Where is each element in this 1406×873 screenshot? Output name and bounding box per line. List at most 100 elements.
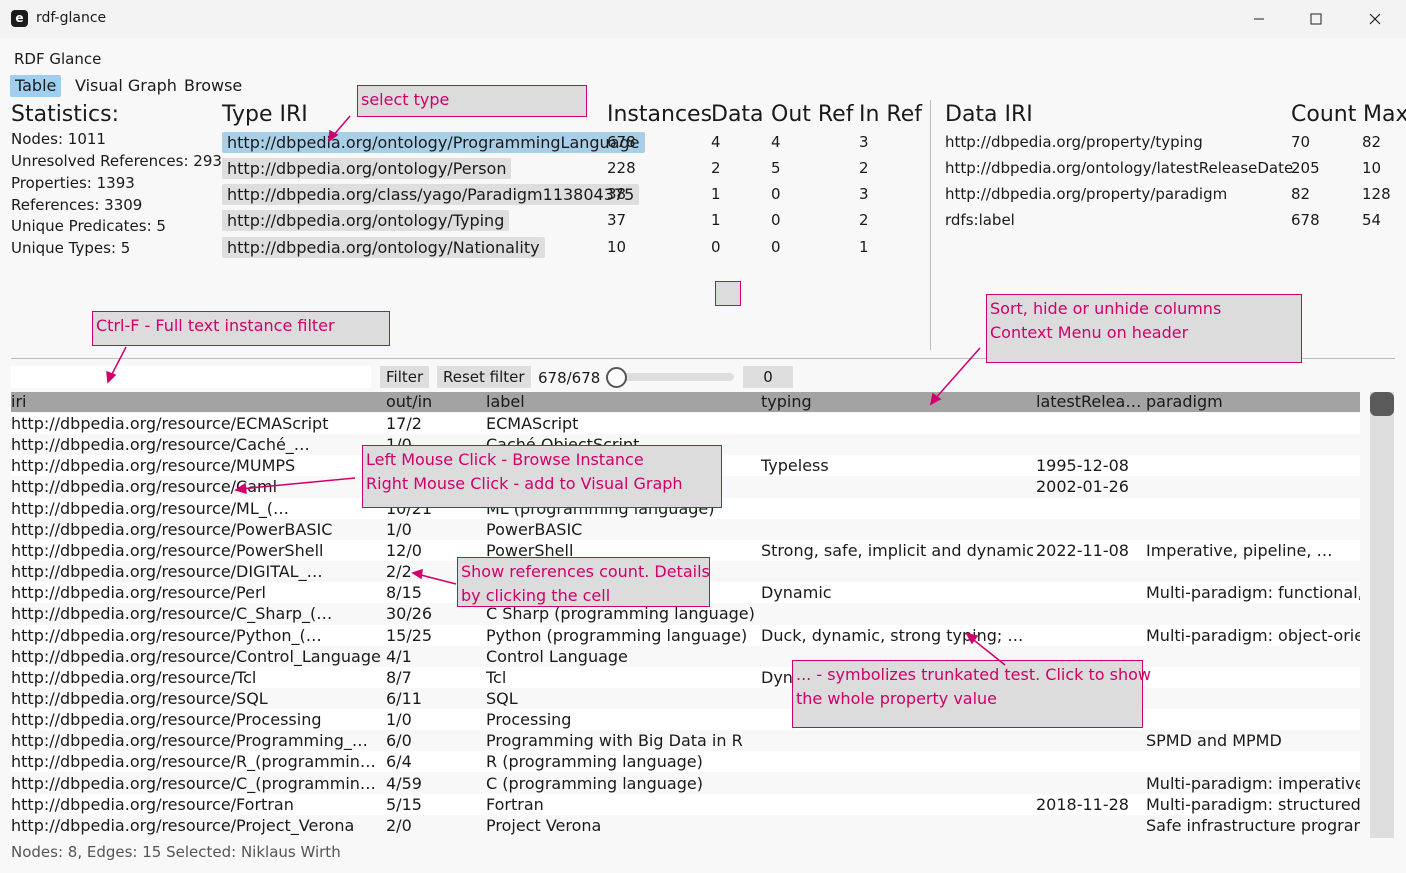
- cell-paradigm[interactable]: [1146, 498, 1360, 519]
- cell-out-in[interactable]: 4/1: [386, 646, 484, 667]
- cell-iri[interactable]: http://dbpedia.org/resource/Control_Lang…: [11, 646, 383, 667]
- cell-out-in[interactable]: 1/0: [386, 709, 484, 730]
- cell-out-in[interactable]: 15/25: [386, 625, 484, 646]
- cell-paradigm[interactable]: [1146, 561, 1360, 582]
- cell-iri[interactable]: http://dbpedia.org/resource/Caché_…: [11, 434, 383, 455]
- cell-label[interactable]: PowerBASIC: [486, 519, 758, 540]
- cell-typing[interactable]: [761, 794, 1033, 815]
- cell-latest-release[interactable]: [1036, 773, 1144, 794]
- app-menu-label[interactable]: RDF Glance: [14, 50, 101, 68]
- data-iri-header[interactable]: Data IRI: [945, 102, 1033, 127]
- cell-typing[interactable]: [761, 476, 1033, 497]
- cell-paradigm[interactable]: [1146, 434, 1360, 455]
- cell-out-in[interactable]: 6/4: [386, 751, 484, 772]
- table-row[interactable]: http://dbpedia.org/resource/Processing 1/…: [11, 709, 1360, 731]
- cell-paradigm[interactable]: Safe infrastructure programmi…: [1146, 815, 1360, 836]
- filter-input[interactable]: [11, 366, 371, 388]
- cell-latest-release[interactable]: [1036, 498, 1144, 519]
- cell-out-in[interactable]: 2/0: [386, 815, 484, 836]
- cell-paradigm[interactable]: Multi-paradigm: structured, …: [1146, 794, 1360, 815]
- cell-paradigm[interactable]: [1146, 709, 1360, 730]
- type-row-iri[interactable]: http://dbpedia.org/class/yago/Paradigm11…: [222, 184, 640, 205]
- cell-label[interactable]: Processing: [486, 709, 758, 730]
- table-row[interactable]: http://dbpedia.org/resource/PowerBASIC 1/…: [11, 519, 1360, 540]
- cell-typing[interactable]: [761, 815, 1033, 836]
- vertical-divider[interactable]: [930, 100, 931, 350]
- cell-iri[interactable]: http://dbpedia.org/resource/ECMAScript: [11, 413, 383, 434]
- cell-latest-release[interactable]: [1036, 561, 1144, 582]
- data-iri[interactable]: rdfs:label: [945, 211, 1015, 229]
- table-row[interactable]: http://dbpedia.org/resource/Control_Lang…: [11, 646, 1360, 667]
- cell-out-in[interactable]: 4/59: [386, 773, 484, 794]
- cell-typing[interactable]: [761, 413, 1033, 434]
- cell-latest-release[interactable]: [1036, 625, 1144, 646]
- cell-iri[interactable]: http://dbpedia.org/resource/Perl: [11, 582, 383, 603]
- cell-typing[interactable]: [761, 603, 1033, 624]
- cell-paradigm[interactable]: Imperative, pipeline, …: [1146, 540, 1360, 561]
- cell-latest-release[interactable]: 2002-01-26: [1036, 476, 1144, 497]
- cell-iri[interactable]: http://dbpedia.org/resource/C_(programmi…: [11, 773, 383, 794]
- cell-typing[interactable]: [761, 730, 1033, 751]
- cell-typing[interactable]: [761, 519, 1033, 540]
- cell-out-in[interactable]: 5/15: [386, 794, 484, 815]
- cell-typing[interactable]: Strong, safe, implicit and dynamic: [761, 540, 1033, 561]
- table-row[interactable]: http://dbpedia.org/resource/R_(programmi…: [11, 751, 1360, 773]
- cell-label[interactable]: SQL: [486, 688, 758, 709]
- small-button[interactable]: [715, 281, 741, 306]
- cell-latest-release[interactable]: [1036, 815, 1144, 836]
- table-row[interactable]: http://dbpedia.org/resource/C_(programmi…: [11, 773, 1360, 794]
- table-row[interactable]: http://dbpedia.org/resource/Python_(… 15/…: [11, 624, 1360, 646]
- cell-latest-release[interactable]: 2022-11-08: [1036, 540, 1144, 561]
- maximize-icon[interactable]: [1293, 0, 1339, 38]
- type-row-iri[interactable]: http://dbpedia.org/ontology/Person: [222, 158, 512, 179]
- slider-value[interactable]: 0: [743, 366, 793, 388]
- cell-label[interactable]: ECMAScript: [486, 413, 758, 434]
- cell-label[interactable]: R (programming language): [486, 751, 758, 772]
- cell-iri[interactable]: http://dbpedia.org/resource/Caml: [11, 476, 383, 497]
- data-iri[interactable]: http://dbpedia.org/property/typing: [945, 133, 1203, 151]
- table-row[interactable]: http://dbpedia.org/resource/Tcl 8/7 Tcl Dyn: [11, 666, 1360, 688]
- table-row[interactable]: http://dbpedia.org/resource/Project_Vero…: [11, 815, 1360, 836]
- cell-iri[interactable]: http://dbpedia.org/resource/Processing: [11, 709, 383, 730]
- cell-typing[interactable]: [761, 751, 1033, 772]
- col-header-out-in[interactable]: out/in: [386, 392, 481, 412]
- cell-paradigm[interactable]: [1146, 476, 1360, 497]
- cell-paradigm[interactable]: Multi-paradigm: functional, …: [1146, 582, 1360, 603]
- cell-latest-release[interactable]: 2018-11-28: [1036, 794, 1144, 815]
- cell-latest-release[interactable]: [1036, 603, 1144, 624]
- cell-paradigm[interactable]: [1146, 751, 1360, 772]
- table-row[interactable]: http://dbpedia.org/resource/Programming_…: [11, 730, 1360, 751]
- data-iri[interactable]: http://dbpedia.org/ontology/latestReleas…: [945, 159, 1293, 177]
- tab-visual-graph[interactable]: Visual Graph: [70, 75, 182, 97]
- cell-iri[interactable]: http://dbpedia.org/resource/Tcl: [11, 667, 383, 688]
- col-header-typing[interactable]: typing: [761, 392, 1031, 412]
- cell-label[interactable]: Programming with Big Data in R: [486, 730, 758, 751]
- cell-iri[interactable]: http://dbpedia.org/resource/Python_(…: [11, 625, 383, 646]
- col-header-latest-release[interactable]: latestRelea…: [1036, 392, 1144, 412]
- out-ref-header[interactable]: Out Ref: [771, 102, 853, 127]
- table-row[interactable]: http://dbpedia.org/resource/SQL 6/11 SQL: [11, 688, 1360, 709]
- cell-out-in[interactable]: 6/0: [386, 730, 484, 751]
- scrollbar-thumb[interactable]: [1370, 392, 1394, 416]
- cell-iri[interactable]: http://dbpedia.org/resource/R_(programmi…: [11, 751, 383, 772]
- cell-label[interactable]: Tcl: [486, 667, 758, 688]
- cell-typing[interactable]: [761, 561, 1033, 582]
- cell-paradigm[interactable]: SPMD and MPMD: [1146, 730, 1360, 751]
- cell-paradigm[interactable]: [1146, 688, 1360, 709]
- cell-latest-release[interactable]: 1995-12-08: [1036, 455, 1144, 476]
- cell-latest-release[interactable]: [1036, 582, 1144, 603]
- table-row[interactable]: http://dbpedia.org/resource/ECMAScript 17…: [11, 413, 1360, 434]
- cell-paradigm[interactable]: [1146, 455, 1360, 476]
- reset-filter-button[interactable]: Reset filter: [437, 366, 531, 388]
- cell-paradigm[interactable]: [1146, 519, 1360, 540]
- cell-paradigm[interactable]: [1146, 413, 1360, 434]
- cell-label[interactable]: Python (programming language): [486, 625, 758, 646]
- vertical-scrollbar[interactable]: [1370, 392, 1394, 838]
- cell-latest-release[interactable]: [1036, 751, 1144, 772]
- cell-out-in[interactable]: 8/7: [386, 667, 484, 688]
- type-row-iri[interactable]: http://dbpedia.org/ontology/Nationality: [222, 237, 545, 258]
- instances-header[interactable]: Instances: [607, 102, 712, 127]
- cell-iri[interactable]: http://dbpedia.org/resource/DIGITAL_…: [11, 561, 383, 582]
- col-header-label[interactable]: label: [486, 392, 756, 412]
- count-header[interactable]: Count: [1291, 102, 1356, 127]
